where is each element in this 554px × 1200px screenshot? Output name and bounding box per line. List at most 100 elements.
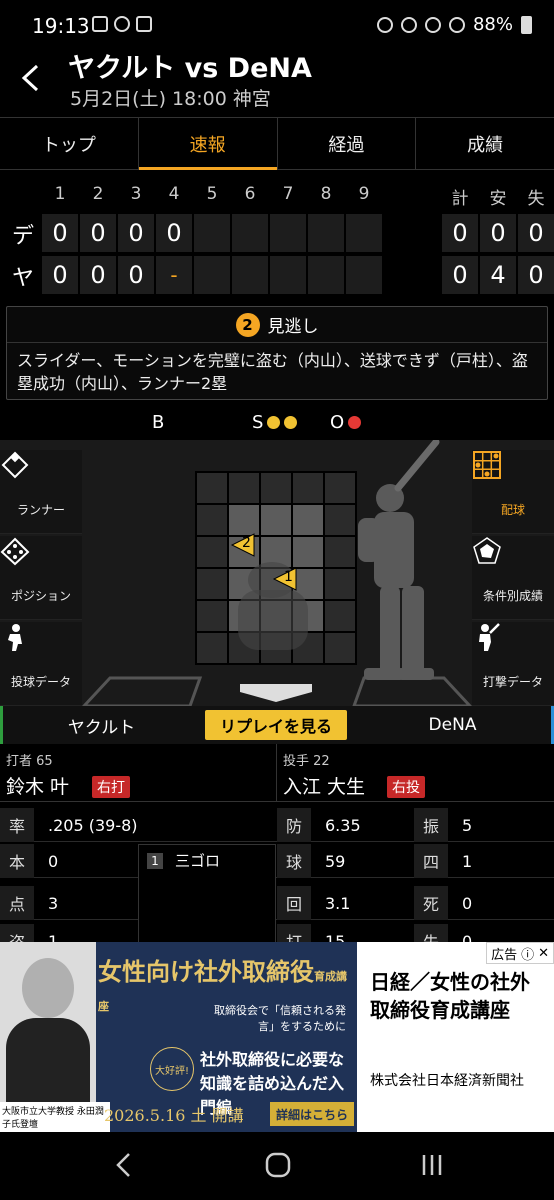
ad-photo-caption: 大阪市立大学教授 永田潤子氏登壇: [0, 1102, 110, 1132]
stat-label: 失: [414, 924, 448, 942]
tab-progress[interactable]: 経過: [278, 118, 417, 169]
split-stats-button[interactable]: 条件別成績: [472, 536, 554, 620]
pitch-marker-number: 2: [242, 535, 251, 551]
inning-header: 4: [168, 184, 180, 204]
pitcher-card[interactable]: 投手 22 入江 大生 右投: [277, 744, 554, 802]
strikes-indicator: S: [252, 412, 298, 433]
total-runs: 0: [442, 256, 478, 294]
batting-data-label: 打撃データ: [482, 675, 543, 689]
stats-grid: 率 .205 (39-8) 防 6.35 振 5 本 0 球 59 四 1 点 …: [0, 802, 554, 942]
matchup: 打者 65 鈴木 叶 右打 投手 22 入江 大生 右投: [0, 744, 554, 802]
pitcher-hand-badge: 右投: [387, 776, 425, 798]
inning-score: [232, 256, 268, 294]
pitching-data-button[interactable]: 投球データ: [0, 622, 82, 706]
ad-tagline-1: 社外取締役に必要な: [200, 1050, 345, 1069]
inning-score: 0: [80, 256, 116, 294]
ad-label[interactable]: 広告 ⓘ ✕: [486, 942, 554, 964]
inning-header: 7: [282, 184, 294, 204]
batter-icon: [479, 623, 528, 667]
ad-banner-image[interactable]: 大阪市立大学教授 永田潤子氏登壇 女性向け社外取締役育成講座 取締役会で「信頼さ…: [0, 942, 357, 1132]
out-dot: [348, 416, 362, 429]
battery-icon: [521, 15, 532, 34]
play-header: 2 見逃し: [7, 307, 547, 343]
notification-icons: [92, 16, 152, 32]
stat-label: 本: [0, 844, 34, 878]
tab-bar: トップ 速報 経過 成績: [0, 117, 554, 170]
ad-title[interactable]: 日経／女性の社外取締役育成講座: [370, 968, 540, 1024]
outs-label: O: [330, 412, 345, 433]
nav-home-button[interactable]: [258, 1150, 298, 1180]
strikes-label: S: [252, 412, 264, 433]
total-runs: 0: [442, 214, 478, 252]
strike-dot: [267, 416, 281, 429]
tab-top[interactable]: トップ: [0, 118, 139, 169]
stat-label: 点: [0, 886, 34, 920]
stat-value: 6.35: [325, 815, 361, 835]
ad-info-icon[interactable]: ⓘ: [521, 944, 534, 963]
nav-recents-icon: [422, 1155, 442, 1175]
baseball-icon: [114, 16, 130, 32]
stat-value: 5: [462, 815, 473, 835]
stat-value: 3.1: [325, 893, 351, 913]
team-code: デ: [11, 224, 34, 249]
inning-score: [346, 256, 382, 294]
replay-button[interactable]: リプレイを見る: [205, 710, 347, 740]
gallery-icon: [92, 16, 108, 32]
inning-score: [346, 214, 382, 252]
visitor-team-button[interactable]: DeNA: [354, 706, 554, 744]
pitch-view: 21 ランナー ポジション 投球データ 配球 条件別成績 打撃データ: [0, 440, 554, 706]
stat-value: 59: [325, 851, 346, 871]
stats-row: 盗 1 打 15 失 0: [0, 924, 554, 942]
tab-stats[interactable]: 成績: [416, 118, 554, 169]
batting-data-button[interactable]: 打撃データ: [472, 622, 554, 706]
inning-header: 9: [358, 184, 370, 204]
stat-value: 1: [462, 851, 473, 871]
batter-card[interactable]: 打者 65 鈴木 叶 右打: [0, 744, 277, 802]
outs-indicator: O: [330, 412, 362, 433]
inning-score: [194, 256, 230, 294]
pitch-marker[interactable]: 2: [230, 532, 256, 558]
nav-back-icon: [116, 1153, 130, 1177]
score-row-visitor: デ 0 0 0 0 0 0 0: [0, 214, 554, 252]
ad-badge: 大好評!: [150, 1047, 194, 1091]
balls-label: B: [152, 412, 165, 433]
nav-back-button[interactable]: [104, 1150, 144, 1180]
pitch-marker[interactable]: 1: [272, 566, 298, 592]
position-button[interactable]: ポジション: [0, 536, 82, 620]
stats-row: 点 3 回 3.1 死 0: [0, 886, 554, 920]
ad-date: 2026.5.16 土 開講: [104, 1106, 244, 1125]
inning-header: 3: [130, 184, 142, 204]
stat-label: 球: [277, 844, 311, 878]
runner-button[interactable]: ランナー: [0, 450, 82, 534]
inning-score: 0: [42, 256, 78, 294]
pitcher-name: 入江 大生: [283, 776, 366, 798]
inning-score: [308, 214, 344, 252]
ad-cta-button[interactable]: 詳細はこちら: [270, 1102, 354, 1126]
ad-sponsor: 株式会社日本経済新聞社: [370, 1073, 524, 1089]
inning-header: 5: [206, 184, 218, 204]
tab-live[interactable]: 速報: [138, 118, 278, 170]
system-icons: 88%: [376, 14, 532, 35]
inning-score: 0: [156, 214, 192, 252]
nav-home-icon: [265, 1152, 291, 1178]
total-runs-header: 計: [451, 189, 469, 209]
game-info: 5月2日(土) 18:00 神宮: [70, 88, 271, 110]
back-button[interactable]: [10, 58, 50, 98]
inning-header: 2: [92, 184, 104, 204]
split-stats-label: 条件別成績: [482, 589, 543, 603]
team-switch-bar: ヤクルト リプレイを見る DeNA: [0, 706, 554, 744]
ad-close-icon[interactable]: ✕: [538, 946, 549, 961]
inning-score: -: [156, 256, 192, 294]
stat-value: 0: [48, 851, 59, 871]
advertisement[interactable]: 大阪市立大学教授 永田潤子氏登壇 女性向け社外取締役育成講座 取締役会で「信頼さ…: [0, 942, 554, 1132]
pitch-grid-icon: [473, 451, 528, 495]
home-team-button[interactable]: ヤクルト: [0, 706, 200, 744]
inning-score: [308, 256, 344, 294]
stat-label: 死: [414, 886, 448, 920]
at-bat-results: 1 三ゴロ: [138, 844, 276, 944]
stat-label: 防: [277, 808, 311, 842]
stats-row: 本 0 球 59 四 1: [0, 844, 554, 878]
pitch-sequence-label: 配球: [500, 503, 525, 517]
pitch-sequence-button[interactable]: 配球: [472, 450, 554, 534]
nav-recents-button[interactable]: [412, 1150, 452, 1180]
